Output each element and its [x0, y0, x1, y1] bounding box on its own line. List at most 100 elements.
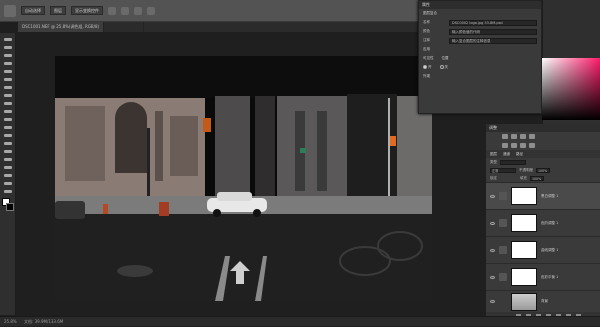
eye-icon[interactable] [490, 194, 495, 198]
filter-kind-select[interactable] [500, 159, 526, 165]
radio-on[interactable]: 开 [423, 65, 432, 70]
stamp-tool-icon[interactable] [3, 102, 12, 105]
layers-tabs: 图层 通道 路径 [486, 150, 600, 158]
adjustment-layer-icon [499, 219, 507, 227]
adjustment-icons-row-2 [486, 141, 600, 150]
vibrance-icon[interactable] [502, 143, 508, 148]
layer-row[interactable]: 黑白调整 1 [486, 182, 600, 209]
zoom-level[interactable]: 25.8% [4, 319, 17, 324]
adjustment-layer-icon [499, 246, 507, 254]
eyedropper-tool-icon[interactable] [3, 78, 12, 81]
color-picker[interactable] [542, 58, 600, 120]
layer-mask-thumbnail[interactable] [511, 214, 537, 232]
layers-panel: 调整 图层 通道 路径 类型 正常 不透明度 100% 锁定 填充 100% 黑… [485, 124, 600, 321]
tab-channels[interactable]: 通道 [503, 150, 510, 158]
dodge-tool-icon[interactable] [3, 142, 12, 145]
distribute-icon[interactable] [147, 6, 155, 15]
kind-label: 类型 [490, 159, 497, 164]
color-swatches[interactable] [2, 198, 14, 212]
layer-name[interactable]: 色彩平衡 1 [541, 275, 558, 280]
align-right-icon[interactable] [134, 6, 142, 15]
eye-icon[interactable] [490, 275, 495, 279]
layer-mask-thumbnail[interactable] [511, 268, 537, 286]
option-appearance[interactable]: 外观 [423, 74, 430, 79]
name-field[interactable]: DSC0002 logo.jpg 33.8M.psd [449, 19, 537, 26]
history-brush-icon[interactable] [3, 110, 12, 113]
option-position[interactable]: 位置 [442, 56, 449, 61]
color-balance-icon[interactable] [520, 143, 526, 148]
layer-row[interactable]: 色彩平衡 1 [486, 263, 600, 290]
levels-icon[interactable] [511, 134, 517, 139]
eraser-tool-icon[interactable] [3, 118, 12, 121]
properties-title: 属性 [419, 1, 541, 9]
layer-name[interactable]: 曲线调整 1 [541, 248, 558, 253]
blend-mode-select[interactable]: 正常 [490, 167, 516, 173]
layer-name[interactable]: 背景 [541, 299, 548, 304]
hue-icon[interactable] [511, 143, 517, 148]
document-canvas[interactable] [55, 56, 432, 301]
doc-size: 文档: 39.9M/133.6M [24, 319, 64, 324]
auto-select-option[interactable]: 自动选择 [21, 6, 45, 15]
black-white-icon[interactable] [529, 143, 535, 148]
opacity-label: 不透明度 [519, 167, 533, 172]
quick-select-tool-icon[interactable] [3, 62, 12, 65]
exposure-icon[interactable] [529, 134, 535, 139]
brightness-icon[interactable] [502, 134, 508, 139]
radio-on-icon [423, 65, 427, 69]
layer-name[interactable]: 黑白调整 1 [541, 194, 558, 199]
radio-off[interactable]: 关 [439, 65, 448, 70]
properties-panel: 属性 图层复合 名称 DSC0002 logo.jpg 33.8M.psd 颜色… [418, 0, 542, 114]
layer-name[interactable]: 色阶调整 1 [541, 221, 558, 226]
hand-tool-icon[interactable] [3, 182, 12, 185]
layer-mask-thumbnail[interactable] [511, 241, 537, 259]
tab-layers[interactable]: 图层 [490, 150, 497, 158]
radio-off-icon [439, 65, 444, 69]
brush-tool-icon[interactable] [3, 94, 12, 97]
name-label: 名称 [423, 20, 430, 24]
gradient-tool-icon[interactable] [3, 126, 12, 129]
status-bar: 25.8% 文档: 39.9M/133.6M [0, 316, 600, 326]
adjustment-icons-row-1 [486, 132, 600, 141]
comment-field[interactable]: 输入复合图层的注释信息 [449, 37, 537, 44]
shape-tool-icon[interactable] [3, 174, 12, 177]
align-left-icon[interactable] [108, 6, 116, 15]
eye-icon[interactable] [490, 300, 495, 303]
street-photo [55, 56, 432, 301]
comment-label: 注释 [423, 38, 430, 42]
show-transform-controls[interactable]: 显示变换控件 [71, 6, 103, 15]
eye-icon[interactable] [490, 221, 495, 225]
option-visibility[interactable]: 可见性 [423, 56, 434, 61]
path-select-icon[interactable] [3, 166, 12, 169]
color-label: 颜色 [423, 29, 430, 33]
healing-tool-icon[interactable] [3, 86, 12, 89]
crop-tool-icon[interactable] [3, 70, 12, 73]
marquee-tool-icon[interactable] [3, 46, 12, 49]
doc-tab-active[interactable]: DSC1001.NEF @ 25.8%(调色组, RGB/8) [18, 22, 105, 32]
align-center-icon[interactable] [121, 6, 129, 15]
color-field[interactable]: 输入颜色值的代码 [449, 28, 537, 35]
opacity-field[interactable]: 100% [536, 167, 550, 173]
pen-tool-icon[interactable] [3, 150, 12, 153]
curves-icon[interactable] [520, 134, 526, 139]
document-tabs: DSC1001.NEF @ 25.8%(调色组, RGB/8) [18, 22, 418, 32]
background-thumbnail[interactable] [511, 292, 537, 311]
layer-mask-thumbnail[interactable] [511, 187, 537, 205]
fill-field[interactable]: 100% [530, 175, 544, 181]
doc-tab[interactable] [104, 22, 145, 32]
apply-label: 应用 [423, 47, 430, 51]
eye-icon[interactable] [490, 248, 495, 252]
layer-row[interactable]: 色阶调整 1 [486, 209, 600, 236]
zoom-tool-icon[interactable] [3, 190, 12, 193]
auto-select-target[interactable]: 图层 [50, 6, 66, 15]
adjustment-layer-icon [499, 192, 507, 200]
move-tool-icon[interactable] [3, 38, 12, 41]
type-tool-icon[interactable] [3, 158, 12, 161]
tab-paths[interactable]: 路径 [516, 150, 523, 158]
blur-tool-icon[interactable] [3, 134, 12, 137]
layer-row[interactable]: 曲线调整 1 [486, 236, 600, 263]
layer-row[interactable]: 背景 [486, 290, 600, 312]
properties-section: 图层复合 [423, 11, 437, 15]
lasso-tool-icon[interactable] [3, 54, 12, 57]
move-tool-icon[interactable] [4, 4, 16, 17]
